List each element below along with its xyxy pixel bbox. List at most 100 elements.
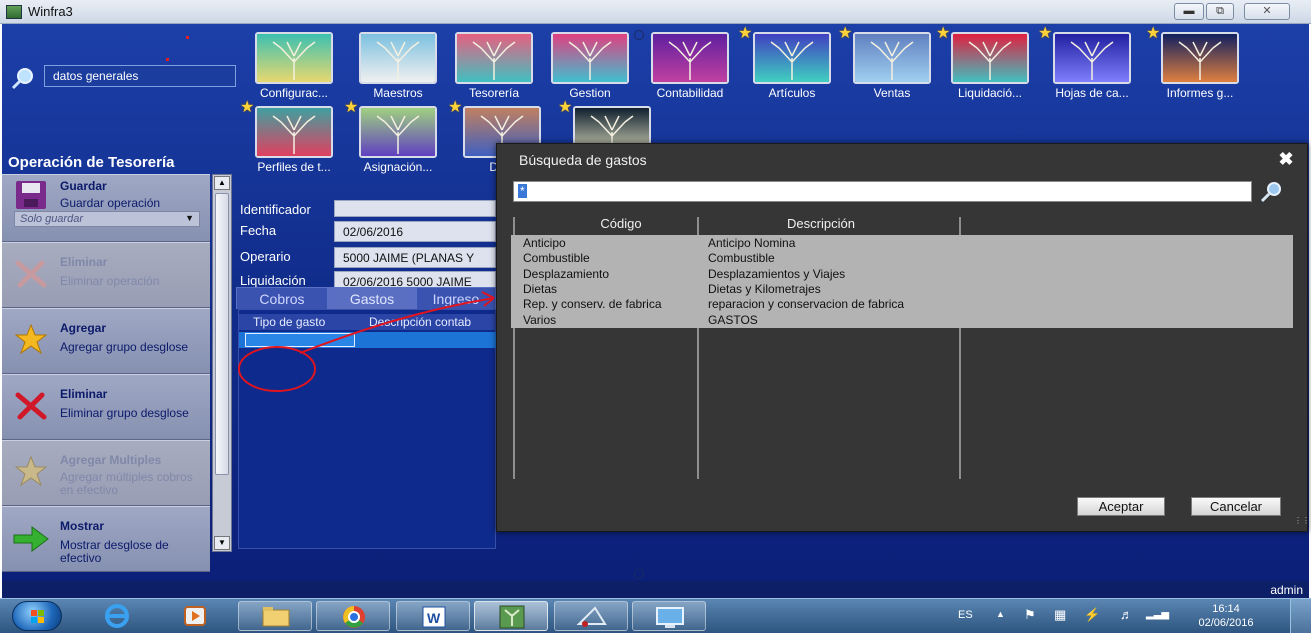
- app-tree-icon: [1053, 32, 1131, 84]
- internet-explorer-icon[interactable]: [80, 601, 154, 631]
- section-title: Operación de Tesorería: [8, 154, 175, 171]
- codigo-cell: Anticipo: [523, 236, 566, 250]
- window-titlebar[interactable]: Winfra3 ▬ ⧉ ✕: [0, 0, 1311, 24]
- app-tile[interactable]: ★ Informes g...: [1146, 26, 1250, 102]
- internet-explorer-glyph: [105, 604, 129, 628]
- operations-scrollbar[interactable]: ▲ ▼: [212, 174, 232, 552]
- app-tree-icon: [359, 106, 437, 158]
- word-icon[interactable]: W: [396, 601, 470, 631]
- scroll-up-button[interactable]: ▲: [214, 176, 230, 190]
- snipping-icon[interactable]: [554, 601, 628, 631]
- favorite-star-icon: ★: [1038, 25, 1053, 42]
- app-tile[interactable]: Maestros: [352, 32, 448, 102]
- descripcion-cell: GASTOS: [708, 312, 758, 327]
- app-tile[interactable]: ★ Liquidació...: [936, 26, 1040, 102]
- volume-icon[interactable]: ♬: [1120, 607, 1133, 622]
- start-button[interactable]: [12, 601, 62, 631]
- search-input[interactable]: datos generales: [44, 65, 236, 87]
- clock-time[interactable]: 16:14: [1195, 603, 1257, 615]
- file-explorer-icon[interactable]: [238, 601, 312, 631]
- op-agregar-grupo[interactable]: Agregar Agregar grupo desglose: [2, 308, 210, 374]
- descripcion-cell: reparacion y conservacion de fabrica: [708, 297, 905, 312]
- resize-grip-icon[interactable]: ⋮⋮: [1294, 517, 1310, 528]
- media-player-glyph: [184, 606, 206, 626]
- power-icon[interactable]: ⚡: [1084, 607, 1100, 623]
- op-mostrar[interactable]: Mostrar Mostrar desglose de efectivo: [2, 506, 210, 572]
- identificador-field[interactable]: [334, 200, 496, 217]
- tab-cobros[interactable]: Cobros: [236, 287, 328, 309]
- app-tile[interactable]: Configurac...: [248, 32, 344, 102]
- windows-taskbar: W ES ▲ ⚑ ▦ ⚡ ♬ ▂▃▅ 16:14 02/06/2016: [0, 598, 1311, 633]
- search-icon[interactable]: [10, 66, 36, 92]
- app-tile[interactable]: ★ Perfiles de t...: [240, 100, 344, 176]
- signal-icon[interactable]: ▂▃▅: [1146, 609, 1169, 620]
- fecha-field[interactable]: 02/06/2016: [334, 221, 496, 242]
- word-glyph: W: [422, 606, 446, 628]
- column-header-tipo[interactable]: Tipo de gasto: [253, 315, 325, 329]
- close-button[interactable]: ✕: [1244, 3, 1290, 20]
- table-row[interactable]: Desplazamiento Desplazamientos y Viajes: [511, 267, 1293, 282]
- app-label: Maestros: [373, 86, 423, 100]
- remote-desktop-icon[interactable]: [632, 601, 706, 631]
- app-root: Winfra3 ▬ ⧉ ✕ datos generales Configurac…: [0, 0, 1311, 633]
- op-title: Agregar Multiples: [60, 453, 162, 467]
- tipo-gasto-cell[interactable]: [245, 333, 355, 347]
- op-eliminar-grupo[interactable]: Eliminar Eliminar grupo desglose: [2, 374, 210, 440]
- maximize-button[interactable]: ⧉: [1206, 3, 1234, 20]
- app-tile[interactable]: ★ Ventas: [838, 26, 942, 102]
- app-tree-icon: [753, 32, 831, 84]
- search-icon[interactable]: [1259, 180, 1285, 204]
- save-icon: [16, 181, 46, 209]
- fecha-label: Fecha: [240, 223, 277, 238]
- show-desktop-button[interactable]: [1290, 599, 1311, 633]
- op-eliminar-operacion[interactable]: Eliminar Eliminar operación: [2, 242, 210, 308]
- tab-gastos[interactable]: Gastos: [328, 287, 416, 309]
- winfra-icon[interactable]: [474, 601, 548, 631]
- operario-field[interactable]: 5000 JAIME (PLANAS Y: [334, 247, 496, 268]
- cancel-button[interactable]: Cancelar: [1191, 497, 1281, 516]
- column-header-codigo[interactable]: Código: [551, 216, 691, 231]
- favorite-star-icon: ★: [936, 25, 951, 42]
- tray-expand-icon[interactable]: ▲: [996, 609, 1005, 619]
- op-desc: Eliminar operación: [60, 274, 160, 288]
- app-tile[interactable]: ★ Artículos: [738, 26, 842, 102]
- app-tile[interactable]: Contabilidad: [644, 32, 740, 102]
- chrome-icon[interactable]: [316, 601, 390, 631]
- close-icon[interactable]: ✖: [1277, 150, 1295, 168]
- tab-ingreso[interactable]: Ingreso: [416, 287, 496, 309]
- dialog-search-input[interactable]: *: [513, 181, 1252, 202]
- table-row[interactable]: Rep. y conserv. de fabrica reparacion y c…: [511, 297, 1293, 312]
- add-star-icon: [14, 323, 48, 355]
- action-center-flag-icon[interactable]: ⚑: [1024, 607, 1036, 623]
- table-row[interactable]: Anticipo Anticipo Nomina: [511, 236, 1293, 251]
- descripcion-cell: Combustible: [708, 251, 775, 266]
- media-player-icon[interactable]: [158, 601, 232, 631]
- op-guardar[interactable]: Guardar Guardar operación Solo guardar ▼: [2, 174, 210, 242]
- app-tile[interactable]: Tesorería: [448, 32, 544, 102]
- op-desc: Agregar múltiples cobros en efectivo: [60, 470, 193, 497]
- busqueda-gastos-dialog: Búsqueda de gastos ✖ * Código Descripció…: [496, 143, 1310, 532]
- clock-date[interactable]: 02/06/2016: [1185, 617, 1267, 629]
- op-agregar-multiples[interactable]: Agregar Multiples Agregar múltiples cobr…: [2, 440, 210, 506]
- scroll-down-button[interactable]: ▼: [214, 536, 230, 550]
- scroll-thumb[interactable]: [215, 193, 229, 475]
- app-label: Ventas: [873, 86, 911, 100]
- table-row[interactable]: Dietas Dietas y Kilometrajes: [511, 282, 1293, 297]
- language-indicator[interactable]: ES: [958, 609, 973, 621]
- save-mode-select[interactable]: Solo guardar ▼: [14, 211, 200, 227]
- app-tile[interactable]: Gestion: [544, 32, 640, 102]
- app-logo-icon: [6, 5, 22, 19]
- app-tile[interactable]: ★ Hojas de ca...: [1038, 26, 1142, 102]
- minimize-button[interactable]: ▬: [1174, 3, 1204, 20]
- window-title: Winfra3: [28, 4, 73, 19]
- op-desc: Eliminar grupo desglose: [60, 406, 189, 420]
- table-row[interactable]: Combustible Combustible: [511, 251, 1293, 266]
- app-tile[interactable]: ★ Asignación...: [344, 100, 448, 176]
- column-header-descripcion[interactable]: Descripción contab: [369, 315, 471, 329]
- column-header-descripcion[interactable]: Descripción: [741, 216, 901, 231]
- operario-label: Operario: [240, 249, 291, 264]
- network-windows-icon[interactable]: ▦: [1054, 607, 1066, 623]
- accept-button[interactable]: Aceptar: [1077, 497, 1165, 516]
- table-row[interactable]: Varios GASTOS: [511, 313, 1293, 328]
- table-row[interactable]: [239, 332, 497, 348]
